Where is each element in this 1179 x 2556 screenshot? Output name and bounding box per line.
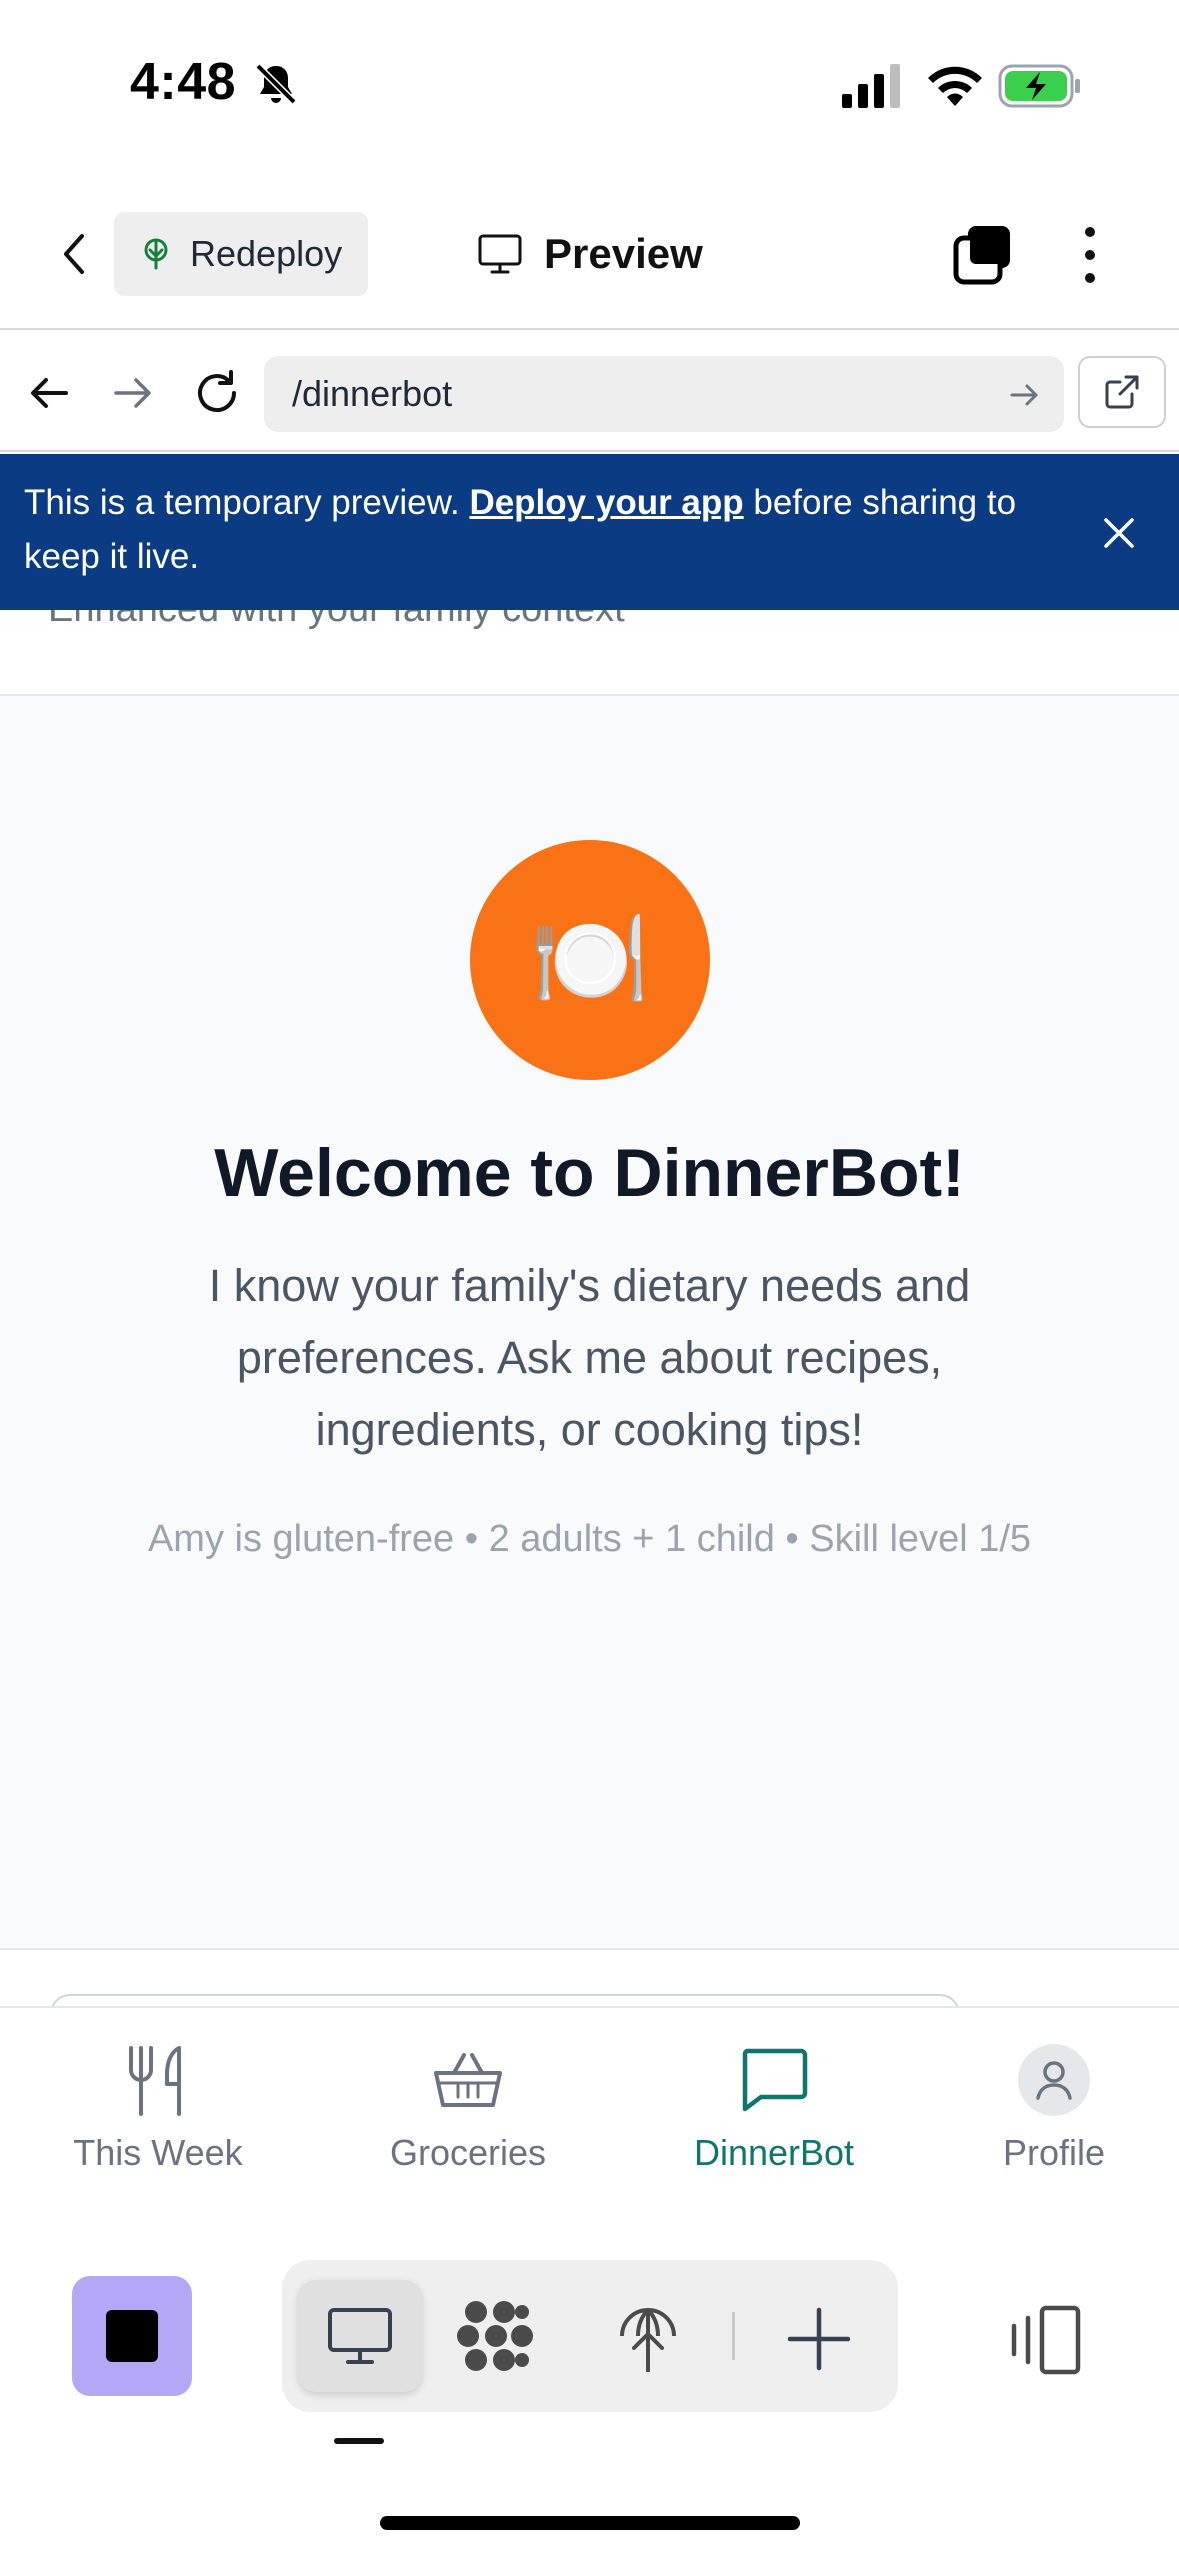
tab-label: DinnerBot xyxy=(693,2132,855,2173)
more-options-icon[interactable] xyxy=(1070,222,1110,288)
deploy-app-link-front[interactable]: Deploy your app xyxy=(469,483,743,522)
welcome-title: Welcome to DinnerBot! xyxy=(214,1135,965,1211)
url-input[interactable]: /dinnerbot xyxy=(264,356,1064,432)
close-banner-icon[interactable] xyxy=(1098,512,1140,554)
home-indicator[interactable] xyxy=(380,2516,800,2530)
deploy-icon[interactable] xyxy=(608,2296,688,2376)
tab-groceries[interactable]: Groceries xyxy=(338,2040,598,2200)
tabs-switcher-icon[interactable] xyxy=(950,222,1016,288)
tab-label: Groceries xyxy=(389,2132,547,2173)
browser-back-icon[interactable] xyxy=(24,368,74,418)
preview-label: Preview xyxy=(544,230,703,277)
profile-avatar xyxy=(1018,2044,1090,2116)
tab-dinnerbot[interactable]: DinnerBot xyxy=(644,2040,904,2200)
split-view-icon[interactable] xyxy=(1006,2300,1086,2380)
tab-this-week[interactable]: This Week xyxy=(28,2040,288,2200)
open-external-button[interactable] xyxy=(1078,356,1166,428)
toolbar-divider xyxy=(732,2312,735,2360)
preview-tool-button[interactable] xyxy=(298,2280,422,2392)
basket-icon xyxy=(434,2053,502,2107)
dinnerbot-avatar: 🍽️ xyxy=(470,840,710,1080)
add-icon[interactable] xyxy=(780,2300,858,2378)
preview-title[interactable]: Preview xyxy=(478,226,703,282)
deploy-tree-icon xyxy=(144,238,168,270)
intro-text: I know your family's dietary needs and p… xyxy=(208,1260,971,1455)
url-go-arrow-icon[interactable] xyxy=(1006,376,1044,414)
browser-forward-icon[interactable] xyxy=(108,368,158,418)
plate-cutlery-icon: 🍽️ xyxy=(530,906,650,1013)
cellular-signal-icon xyxy=(842,64,900,108)
status-time: 4:48 xyxy=(130,53,237,111)
banner-message-front: This is a temporary preview. Deploy your… xyxy=(24,483,1017,576)
stop-square-icon xyxy=(106,2310,158,2362)
battery-charging-icon xyxy=(998,64,1080,108)
external-link-icon xyxy=(1105,375,1139,409)
redeploy-label: Redeploy xyxy=(190,233,343,274)
bell-muted-icon xyxy=(255,63,297,105)
reload-icon[interactable] xyxy=(190,366,244,420)
back-chevron-icon[interactable] xyxy=(50,226,100,282)
stop-button[interactable] xyxy=(72,2276,192,2396)
chat-icon xyxy=(742,2048,808,2112)
tab-label: Profile xyxy=(1002,2132,1106,2173)
workflows-icon[interactable] xyxy=(456,2296,536,2376)
monitor-icon xyxy=(328,2308,392,2364)
family-context-line: Amy is gluten-free • 2 adults + 1 child … xyxy=(147,1518,1032,1560)
active-tool-indicator xyxy=(334,2438,384,2444)
user-icon xyxy=(1036,2061,1072,2100)
tab-label: This Week xyxy=(73,2132,243,2173)
tab-profile[interactable]: Profile xyxy=(924,2040,1179,2200)
utensils-icon xyxy=(129,2046,181,2116)
monitor-icon xyxy=(478,234,522,274)
url-text: /dinnerbot xyxy=(292,373,453,414)
wifi-icon xyxy=(928,66,982,106)
redeploy-button[interactable]: Redeploy xyxy=(114,212,368,296)
